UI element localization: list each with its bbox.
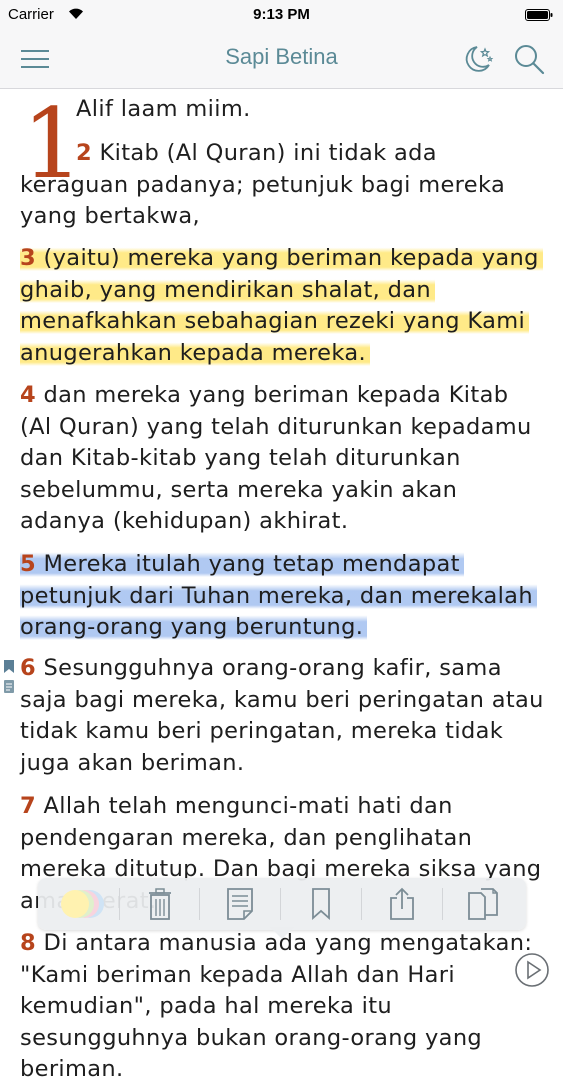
verse-markers[interactable] — [3, 660, 16, 698]
verse-text: Alif laam miim. — [76, 96, 251, 122]
verse-text: Kitab (Al Quran) ini tidak ada keraguan … — [20, 140, 506, 229]
add-note-button[interactable] — [200, 878, 280, 930]
verse-text: Sesungguhnya orang-orang kafir, sama saj… — [20, 655, 544, 776]
verse-6[interactable]: 6 Sesungguhnya orang-orang kafir, sama s… — [20, 653, 544, 779]
verse-number: 6 — [20, 655, 37, 681]
verse-text: Di antara manusia ada yang mengatakan: "… — [20, 930, 533, 1082]
play-audio-icon[interactable] — [514, 952, 550, 988]
share-icon — [390, 887, 414, 920]
verse-number: 7 — [20, 793, 37, 819]
verse-3[interactable]: 3 (yaitu) mereka yang beriman kepada yan… — [20, 243, 544, 369]
verse-number: 5 — [20, 551, 37, 577]
battery-icon — [525, 9, 553, 21]
verse-number: 2 — [76, 140, 93, 166]
verse-number: 8 — [20, 930, 37, 956]
note-icon — [227, 888, 253, 920]
selection-toolbar — [38, 878, 526, 930]
bookmark-marker-icon — [4, 660, 14, 673]
verse-2[interactable]: 2 Kitab (Al Quran) ini tidak ada keragua… — [20, 138, 544, 233]
bookmark-icon — [312, 888, 330, 920]
night-mode-icon[interactable] — [462, 43, 496, 75]
toolbar-pointer — [270, 927, 294, 939]
copy-icon — [468, 888, 498, 920]
verse-1[interactable]: Alif laam miim. — [76, 94, 544, 126]
status-time: 9:13 PM — [253, 6, 310, 23]
verse-8[interactable]: 8 Di antara manusia ada yang mengatakan:… — [20, 928, 544, 1086]
trash-icon — [149, 888, 171, 920]
verse-number: 3 — [20, 245, 37, 271]
verse-text: dan mereka yang beriman kepada Kitab (Al… — [20, 382, 532, 534]
verse-4[interactable]: 4 dan mereka yang beriman kepada Kitab (… — [20, 380, 544, 538]
navigation-bar: Sapi Betina — [0, 30, 563, 89]
share-button[interactable] — [362, 878, 442, 930]
highlight-color-button[interactable] — [40, 878, 120, 930]
highlight-colors-icon — [61, 890, 104, 918]
verse-5[interactable]: 5 Mereka itulah yang tetap mendapat petu… — [20, 549, 544, 644]
search-icon[interactable] — [512, 42, 546, 76]
verse-number: 4 — [20, 382, 37, 408]
copy-button[interactable] — [443, 878, 523, 930]
status-bar: Carrier 9:13 PM — [0, 0, 563, 30]
verse-text: (yaitu) mereka yang beriman kepada yang … — [20, 245, 539, 366]
verse-text: Mereka itulah yang tetap mendapat petunj… — [20, 551, 533, 640]
delete-button[interactable] — [120, 878, 200, 930]
bookmark-button[interactable] — [281, 878, 361, 930]
